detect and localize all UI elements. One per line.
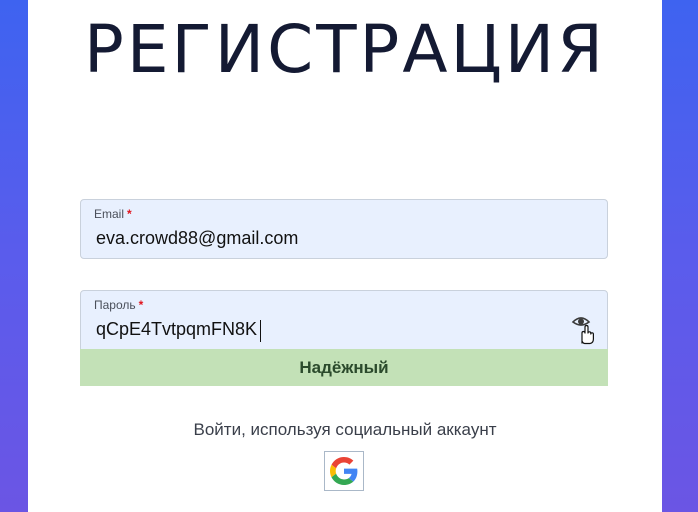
text-cursor [260,320,261,342]
email-input[interactable] [96,224,566,252]
password-required-mark: * [138,298,144,312]
google-login-button[interactable] [324,451,364,491]
show-password-button[interactable] [571,313,599,345]
password-input[interactable] [96,315,566,343]
hand-cursor-icon [581,324,594,345]
password-field[interactable]: Пароль * [80,290,608,350]
registration-card: РЕГИСТРАЦИЯ Email* Пароль* Надёжный Войт… [28,0,662,512]
page-title: РЕГИСТРАЦИЯ [84,11,606,88]
email-label-text: Email [94,207,125,221]
email-required-mark: * [127,207,132,221]
password-label: Пароль * [94,298,143,312]
eye-icon [571,317,594,345]
email-field[interactable]: Email * [80,199,608,259]
social-login-text: Войти, используя социальный аккаунт [193,420,497,439]
password-strength-indicator: Надёжный [80,349,608,386]
google-icon [330,457,358,485]
password-label-text: Пароль [94,298,136,312]
email-label: Email * [94,207,132,221]
